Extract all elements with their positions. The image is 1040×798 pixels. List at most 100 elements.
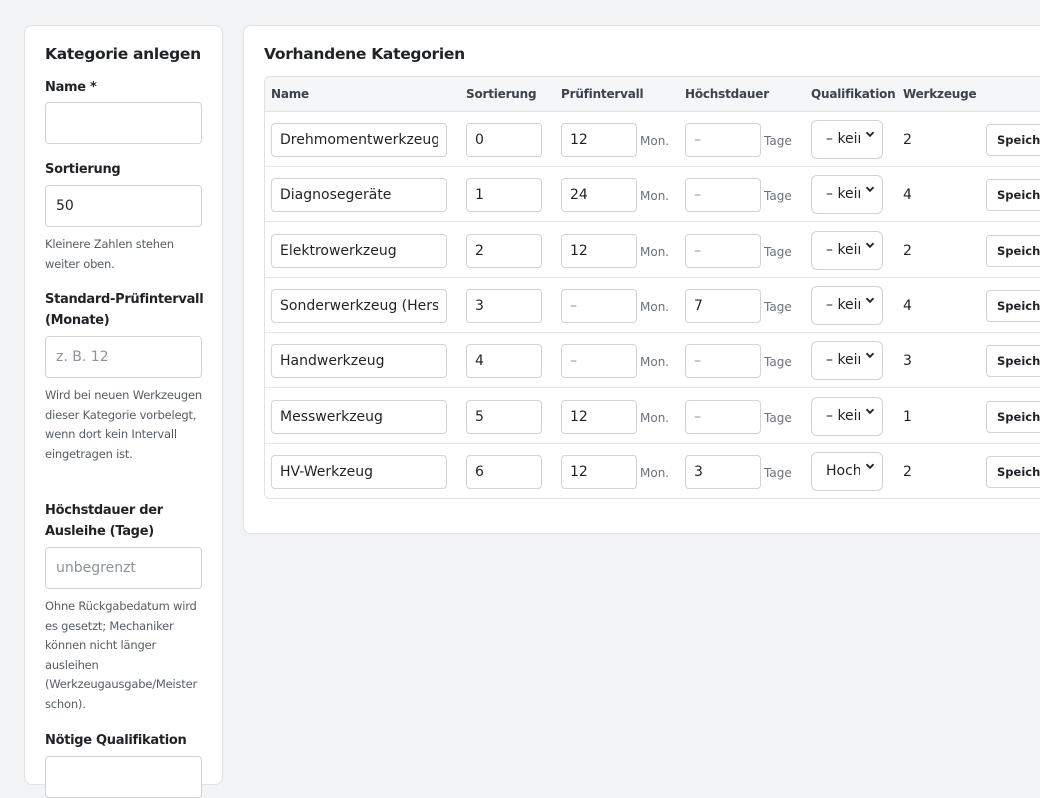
column-header-interval: Prüfintervall [561,87,644,101]
row-interval-input[interactable] [561,288,637,323]
table-row: Mon. Tage – keine – 4 Speichern [265,167,1040,223]
existing-categories-card: Vorhandene Kategorien Name Sortierung Pr… [243,25,1040,534]
max-duration-label: Höchstdauer der Ausleihe (Tage) [45,503,163,539]
row-qualification-value: – keine – [826,131,860,147]
table-row: Mon. Tage – keine – 1 Speichern [265,389,1040,444]
row-sort-input[interactable] [466,123,542,157]
row-sort-input[interactable] [466,233,542,268]
row-tool-count: 4 [903,297,912,314]
row-name-input[interactable] [271,344,447,379]
chevron-down-icon [865,408,875,414]
row-tool-count: 2 [903,242,912,259]
row-interval-input[interactable] [561,233,637,268]
column-header-qualification: Qualifikation [811,87,896,101]
row-name-input[interactable] [271,178,447,213]
row-name-input[interactable] [271,288,447,323]
row-max-duration-unit: Tage [764,134,792,148]
chevron-down-icon [865,242,875,248]
row-max-duration-input[interactable] [685,123,761,157]
row-tool-count: 2 [903,463,912,480]
chevron-down-icon [865,463,875,469]
row-qualification-value: – keine – [826,352,860,369]
row-qualification-select[interactable]: – keine – [811,341,883,381]
row-name-input[interactable] [271,233,447,268]
qualification-label: Nötige Qualifikation [45,733,187,748]
row-name-input[interactable] [271,454,447,489]
row-max-duration-input[interactable] [685,233,761,268]
row-max-duration-input[interactable] [685,454,761,489]
row-max-duration-unit: Tage [764,410,792,425]
column-header-max-duration: Höchstdauer [685,87,769,101]
interval-help-text: Wird bei neuen Werkzeugen dieser Kategor… [45,388,202,461]
row-sort-input[interactable] [466,399,542,434]
max-duration-input[interactable] [45,547,202,589]
table-row: Mon. Tage – keine – 2 Speichern [265,112,1040,167]
row-interval-input[interactable] [561,178,637,213]
row-interval-input[interactable] [561,123,637,157]
row-max-duration-unit: Tage [764,244,792,259]
row-interval-unit: Mon. [640,189,670,204]
row-qualification-select[interactable]: Hochvolt [811,451,883,491]
row-qualification-value: – keine – [826,407,860,424]
table-header: Name Sortierung Prüfintervall Höchstdaue… [265,77,1040,112]
sort-label: Sortierung [45,162,121,177]
column-header-sort: Sortierung [466,87,537,101]
row-name-input[interactable] [271,123,447,157]
sort-input[interactable] [45,185,202,227]
row-name-input[interactable] [271,399,447,434]
row-sort-input[interactable] [466,454,542,489]
row-sort-input[interactable] [466,344,542,379]
row-interval-unit: Mon. [640,299,670,314]
existing-categories-title: Vorhandene Kategorien [264,45,465,63]
row-interval-unit: Mon. [640,134,670,148]
row-interval-unit: Mon. [640,465,670,480]
row-qualification-select[interactable]: – keine – [811,396,883,436]
row-sort-input[interactable] [466,178,542,213]
name-input[interactable] [45,102,202,144]
chevron-down-icon [865,352,875,359]
row-qualification-value: – keine – [826,241,860,258]
row-qualification-value: Hochvolt [826,462,860,479]
row-max-duration-input[interactable] [685,344,761,379]
row-tool-count: 4 [903,187,912,204]
row-save-button[interactable]: Speichern [986,400,1040,433]
row-max-duration-input[interactable] [685,399,761,434]
create-category-title: Kategorie anlegen [45,45,201,63]
row-save-button[interactable]: Speichern [986,455,1040,488]
row-interval-input[interactable] [561,454,637,489]
row-qualification-select[interactable]: – keine – [811,230,883,270]
interval-input[interactable] [45,336,202,378]
row-save-button[interactable]: Speichern [986,124,1040,156]
row-tool-count: 2 [903,132,912,148]
row-qualification-select[interactable]: – keine – [811,285,883,325]
row-max-duration-input[interactable] [685,288,761,323]
chevron-down-icon [865,297,875,303]
row-max-duration-unit: Tage [764,355,792,370]
row-interval-input[interactable] [561,344,637,379]
qualification-select[interactable] [45,756,202,798]
row-max-duration-input[interactable] [685,178,761,213]
chevron-down-icon [865,131,875,138]
row-tool-count: 1 [903,408,912,425]
row-tool-count: 3 [903,353,912,370]
row-qualification-value: – keine – [826,186,860,203]
table-row: Mon. Tage – keine – 4 Speichern [265,278,1040,333]
sort-help-text: Kleinere Zahlen stehen weiter oben. [45,237,174,271]
row-interval-unit: Mon. [640,410,670,425]
table-row: Mon. Tage – keine – 3 Speichern [265,333,1040,389]
table-row: Mon. Tage – keine – 2 Speichern [265,223,1040,278]
row-qualification-select[interactable]: – keine – [811,175,883,215]
table-row: Mon. Tage Hochvolt 2 Speichern [265,444,1040,498]
row-save-button[interactable]: Speichern [986,179,1040,212]
column-header-name: Name [271,87,309,101]
row-save-button[interactable]: Speichern [986,289,1040,322]
row-sort-input[interactable] [466,288,542,323]
row-interval-input[interactable] [561,399,637,434]
row-save-button[interactable]: Speichern [986,234,1040,267]
categories-table: Name Sortierung Prüfintervall Höchstdaue… [264,76,1040,499]
row-save-button[interactable]: Speichern [986,345,1040,378]
column-header-tool-count: Werkzeuge [903,87,977,101]
row-qualification-value: – keine – [826,296,860,313]
row-interval-unit: Mon. [640,244,670,259]
row-qualification-select[interactable]: – keine – [811,120,883,159]
